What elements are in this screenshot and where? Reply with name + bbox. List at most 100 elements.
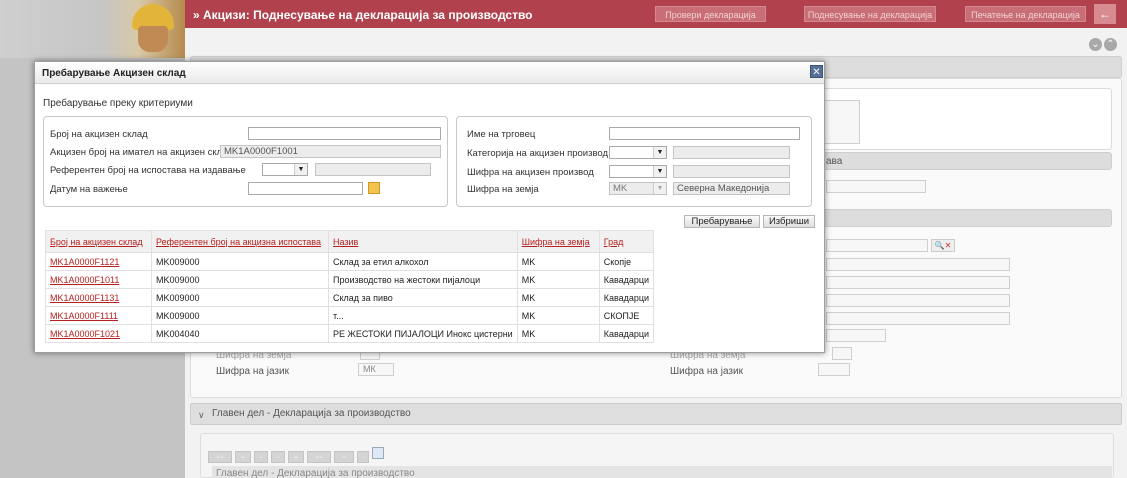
bg-field[interactable] (826, 312, 1010, 325)
back-arrow-icon[interactable]: ← (1094, 4, 1116, 24)
close-icon[interactable]: ✕ (810, 65, 823, 78)
ref-no-select[interactable]: ▼ (262, 163, 308, 176)
prev-page-icon[interactable]: « (235, 451, 251, 463)
ref-no-cell: MK009000 (151, 306, 329, 325)
city-cell: Кавадарци (598, 324, 655, 343)
name-cell: Производство на жестоки пијалоци (328, 270, 518, 289)
product-code-select[interactable]: ▼ (609, 165, 667, 178)
product-code-label: Шифра на акцизен производ (467, 167, 594, 178)
name-cell: т... (328, 306, 518, 325)
country-code-field-right[interactable] (832, 347, 852, 360)
search-clear-icons[interactable]: 🔍✕ (931, 239, 955, 252)
collapse-up-icon[interactable]: ⌃ (1104, 38, 1117, 51)
bg-field[interactable] (826, 294, 1010, 307)
table-row[interactable]: MK1A0000F1011 MK009000 Производство на ж… (45, 270, 655, 289)
dropdown-arrow-icon: ▼ (653, 166, 666, 177)
bg-field[interactable] (826, 276, 1010, 289)
city-cell: Скопје (598, 252, 655, 271)
column-header-city[interactable]: Град (598, 230, 655, 253)
ref-no-cell: MK009000 (151, 270, 329, 289)
results-table: Број на акцизен склад Референтен број на… (45, 230, 655, 343)
dialog-title: Пребарување Акцизен склад (42, 68, 186, 79)
product-code-description (673, 165, 790, 178)
notes-textarea[interactable] (820, 100, 860, 144)
valid-date-input[interactable] (248, 182, 363, 195)
grid-subtitle: Главен дел - Декларација за производство (212, 466, 1112, 478)
check-declaration-button[interactable]: Провери декларација (655, 6, 766, 22)
bg-field[interactable] (826, 329, 886, 342)
search-button[interactable]: Пребарување (684, 215, 760, 228)
country-cell: MK (516, 252, 600, 271)
search-warehouse-dialog: Пребарување Акцизен склад ✕ Пребарување … (34, 61, 825, 353)
criteria-label: Пребарување преку критериуми (43, 98, 193, 109)
bg-field[interactable] (826, 258, 1010, 271)
country-cell: MK (516, 288, 600, 307)
worker-face-image (138, 26, 168, 52)
valid-date-label: Датум на важење (50, 184, 128, 195)
warehouse-no-link[interactable]: MK1A0000F1131 (45, 288, 152, 307)
next-icon[interactable]: › (271, 451, 285, 463)
city-cell: СКОПЈЕ (598, 306, 655, 325)
next-page-icon[interactable]: » (288, 451, 304, 463)
warehouse-no-label: Број на акцизен склад (50, 129, 148, 140)
column-header-name[interactable]: Назив (328, 230, 518, 253)
clear-button[interactable]: Избриши (763, 215, 815, 228)
grid-toolbar: «« «‹ ›»»» + - (208, 447, 387, 463)
warehouse-no-link[interactable]: MK1A0000F1111 (45, 306, 152, 325)
dropdown-arrow-icon: ▼ (653, 147, 666, 158)
warehouse-no-link[interactable]: MK1A0000F1021 (45, 324, 152, 343)
add-row-icon[interactable]: + (334, 451, 354, 463)
language-code-field-left[interactable]: МК (358, 363, 394, 376)
country-code-value: MK (613, 183, 628, 194)
last-page-icon[interactable]: »» (307, 451, 331, 463)
collapse-controls: ⌄ ⌃ (1087, 38, 1117, 51)
table-row[interactable]: MK1A0000F1121 MK009000 Склад за етил алк… (45, 252, 655, 271)
table-row[interactable]: MK1A0000F1111 MK009000 т... MK СКОПЈЕ (45, 306, 655, 325)
country-select[interactable]: MK ▼ (609, 182, 667, 195)
search-icon[interactable]: 🔍 (935, 241, 945, 250)
textarea-panel (820, 88, 1112, 150)
language-code-label-right: Шифра на јазик (670, 366, 743, 377)
language-code-label-left: Шифра на јазик (216, 366, 289, 377)
calendar-icon[interactable] (368, 182, 380, 194)
warehouse-no-input[interactable] (248, 127, 441, 140)
collapse-down-icon[interactable]: ⌄ (1089, 38, 1102, 51)
column-header-warehouse-no[interactable]: Број на акцизен склад (45, 230, 152, 253)
prev-icon[interactable]: ‹ (254, 451, 268, 463)
first-page-icon[interactable]: «« (208, 451, 232, 463)
ref-no-cell: MK009000 (151, 288, 329, 307)
country-label: Шифра на земја (467, 184, 539, 195)
table-row[interactable]: MK1A0000F1131 MK009000 Склад за пиво MK … (45, 288, 655, 307)
city-cell: Кавадарци (598, 270, 655, 289)
country-cell: MK (516, 324, 600, 343)
trader-input[interactable] (609, 127, 800, 140)
table-row[interactable]: MK1A0000F1021 MK004040 РЕ ЖЕСТОКИ ПИЈАЛО… (45, 324, 655, 343)
subsection-header (820, 152, 1112, 170)
name-cell: Склад за етил алкохол (328, 252, 518, 271)
remove-row-icon[interactable]: - (357, 451, 369, 463)
print-declaration-button[interactable]: Печатење на декларација (965, 6, 1086, 22)
dropdown-arrow-icon: ▼ (653, 183, 666, 194)
app-title: » Акцизи: Поднесување на декларација за … (193, 8, 533, 22)
city-cell: Кавадарци (598, 288, 655, 307)
warehouse-no-link[interactable]: MK1A0000F1011 (45, 270, 152, 289)
subsection-header-2 (820, 209, 1112, 227)
bg-field[interactable] (826, 180, 926, 193)
expand-chevron-icon[interactable]: ∨ (198, 410, 205, 421)
ref-no-cell: MK009000 (151, 252, 329, 271)
warehouse-no-link[interactable]: MK1A0000F1121 (45, 252, 152, 271)
clear-icon[interactable]: ✕ (945, 241, 952, 250)
category-select[interactable]: ▼ (609, 146, 667, 159)
column-header-ref-no[interactable]: Референтен број на акцизна испостава (151, 230, 329, 253)
holder-no-input[interactable]: MK1A0000F1001 (220, 145, 441, 158)
main-section-title: Главен дел - Декларација за производство (212, 408, 411, 419)
subsection-header-fragment: ава (826, 156, 843, 167)
submit-declaration-button[interactable]: Поднесување на декларација (804, 6, 936, 22)
bg-search-field[interactable] (826, 239, 928, 252)
ref-no-label: Референтен број на испостава на издавање (50, 165, 246, 176)
column-header-country[interactable]: Шифра на земја (516, 230, 600, 253)
export-icon[interactable] (372, 447, 384, 459)
language-code-field-right[interactable] (818, 363, 850, 376)
holder-no-label: Акцизен број на имател на акцизен склад (50, 147, 234, 158)
table-header-row: Број на акцизен склад Референтен број на… (45, 230, 655, 253)
